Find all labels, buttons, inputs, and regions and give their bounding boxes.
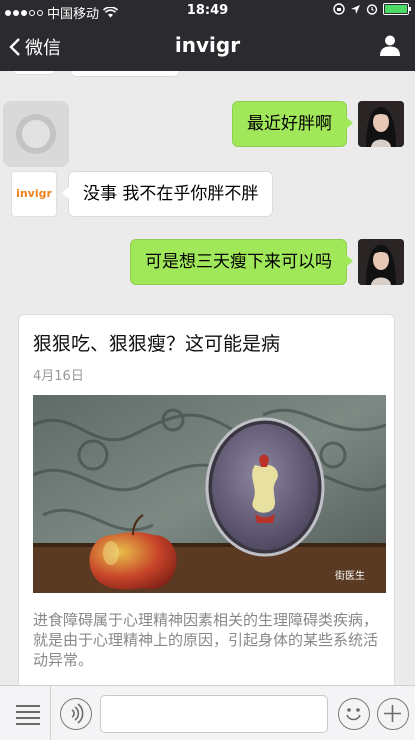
user-photo-icon xyxy=(358,101,404,147)
article-description: 进食障碍属于心理精神因素相关的生理障碍类疾病，就是由于心理精神上的原因，引起身体… xyxy=(33,611,379,669)
article-cover-image: 街医生 xyxy=(33,395,386,593)
my-avatar[interactable] xyxy=(358,101,404,147)
battery-icon xyxy=(383,3,411,15)
alarm-icon xyxy=(366,4,378,15)
prev-avatar-partial xyxy=(13,71,55,75)
my-avatar[interactable] xyxy=(358,239,404,285)
person-icon xyxy=(380,35,400,56)
message-text: 没事 我不在乎你胖不胖 xyxy=(83,184,259,204)
emoji-icon xyxy=(346,708,361,721)
status-bar: 中国移动 18:49 xyxy=(0,0,415,22)
chat-title: invigr xyxy=(174,33,241,57)
message-text: 最近好胖啊 xyxy=(247,114,332,134)
apple-mirror-illustration: 街医生 xyxy=(33,395,386,593)
loading-circle-icon xyxy=(16,114,56,154)
chat-info-button[interactable] xyxy=(379,34,401,60)
my-message-bubble[interactable]: 最近好胖啊 xyxy=(232,101,353,147)
message-text: 可是想三天瘦下来可以吗 xyxy=(145,252,332,272)
more-button[interactable] xyxy=(377,698,409,730)
contact-message-bubble[interactable]: 没事 我不在乎你胖不胖 xyxy=(61,171,274,217)
prev-bubble-partial xyxy=(70,71,180,77)
voice-icon xyxy=(71,703,84,724)
article-card[interactable]: 狠狠吃、狠狠瘦？这可能是病 4月16日 街医生 进食障碍属于心理精神因素相关的生… xyxy=(18,314,395,685)
divider xyxy=(50,686,51,740)
location-icon xyxy=(351,4,360,14)
chat-area[interactable]: 最近好胖啊 invigr 没事 我不在乎你胖不胖 可是想三天瘦下来可以吗 狠狠吃… xyxy=(0,71,415,685)
plus-icon xyxy=(384,705,401,722)
contact-logo: invigr xyxy=(16,187,52,200)
voice-button[interactable] xyxy=(60,698,92,730)
emoji-button[interactable] xyxy=(338,698,370,730)
my-message-bubble[interactable]: 可是想三天瘦下来可以吗 xyxy=(130,239,353,285)
menu-list-icon xyxy=(16,705,40,725)
contact-avatar[interactable]: invigr xyxy=(11,171,57,217)
input-bar xyxy=(0,685,415,740)
nav-bar: 微信 invigr xyxy=(0,22,415,71)
image-watermark: 街医生 xyxy=(335,569,365,582)
message-input[interactable] xyxy=(100,695,328,733)
article-title: 狠狠吃、狠狠瘦？这可能是病 xyxy=(33,333,281,355)
article-date: 4月16日 xyxy=(33,369,84,384)
user-photo-icon xyxy=(358,239,404,285)
top-bar: 中国移动 18:49 微信 invigr xyxy=(0,0,415,71)
menu-button[interactable] xyxy=(12,698,44,730)
rotation-lock-icon xyxy=(333,3,345,15)
status-right xyxy=(333,3,411,15)
image-message-placeholder[interactable] xyxy=(3,101,69,167)
